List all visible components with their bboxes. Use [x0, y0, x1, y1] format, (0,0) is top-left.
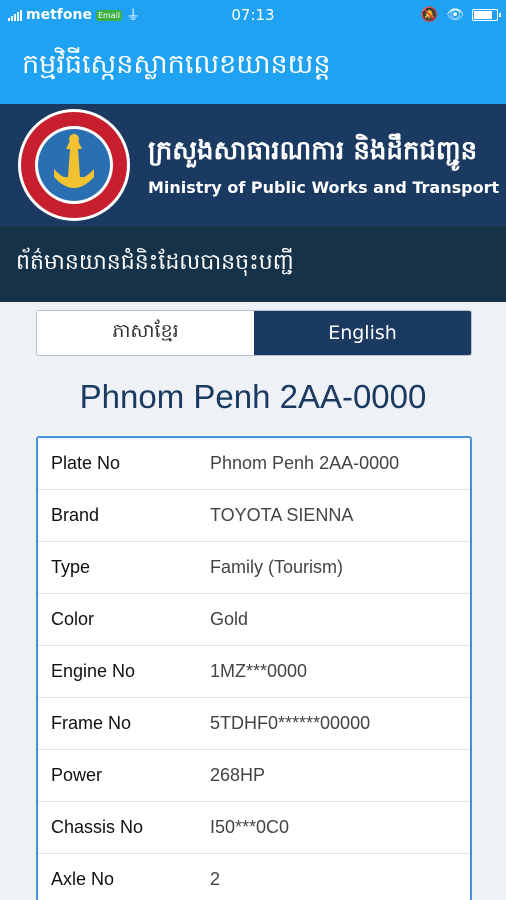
table-row: Brand TOYOTA SIENNA: [38, 490, 470, 542]
section-header: ព័ត៌មានយានជំនិះដែលបានចុះបញ្ជី: [0, 226, 506, 302]
row-label: Brand: [51, 505, 100, 525]
row-label: Chassis No: [51, 817, 144, 837]
row-value: I50***0C0: [210, 817, 290, 837]
plate-title: Phnom Penh 2AA-0000: [79, 378, 427, 415]
battery-icon: [472, 9, 501, 21]
row-label: Engine No: [51, 661, 136, 681]
row-value: 1MZ***0000: [210, 661, 308, 681]
row-label: Power: [51, 765, 103, 785]
row-value: Family (Tourism): [210, 557, 343, 577]
ministry-text: ក្រសួងសាធារណការ និងដឹកជញ្ជូន Ministry of…: [148, 134, 499, 197]
row-label: Plate No: [51, 453, 121, 473]
battery-fill: [474, 11, 492, 19]
status-bar: metfone Email ⏚ 07:13 🔕 👁: [0, 0, 506, 30]
row-label: Type: [51, 557, 91, 577]
table-row: Type Family (Tourism): [38, 542, 470, 594]
table-row: Frame No 5TDHF0******00000: [38, 698, 470, 750]
table-row: Engine No 1MZ***0000: [38, 646, 470, 698]
table-row: Color Gold: [38, 594, 470, 646]
ministry-name-en: Ministry of Public Works and Transport: [148, 177, 500, 197]
app-title: កម្មវិធីស្កេនស្លាកលេខយានយន្ត: [22, 48, 331, 80]
table-row: Plate No Phnom Penh 2AA-0000: [38, 438, 470, 490]
row-value: TOYOTA SIENNA: [210, 505, 354, 525]
row-value: 2: [210, 869, 221, 889]
content-area: ភាសាខ្មែរ English Phnom Penh 2AA-0000 Pl…: [0, 302, 506, 900]
row-label: Axle No: [51, 869, 115, 889]
language-khmer-button[interactable]: ភាសាខ្មែរ: [37, 311, 254, 355]
row-value: 268HP: [210, 765, 266, 785]
section-title: ព័ត៌មានយានជំនិះដែលបានចុះបញ្ជី: [16, 250, 294, 275]
table-row: Chassis No I50***0C0: [38, 802, 470, 854]
row-label: Frame No: [51, 713, 132, 733]
status-time: 07:13: [231, 6, 275, 24]
row-value: Gold: [210, 609, 249, 629]
ministry-banner: ក្រសួងសាធារណការ និងដឹកជញ្ជូន Ministry of…: [0, 104, 506, 226]
language-toggle: ភាសាខ្មែរ English: [36, 310, 472, 356]
row-value: 5TDHF0******00000: [210, 713, 371, 733]
ministry-seal: [18, 109, 130, 221]
app-bar: កម្មវិធីស្កេនស្លាកលេខយានយន្ត: [0, 30, 506, 104]
row-value: Phnom Penh 2AA-0000: [210, 453, 400, 473]
row-label: Color: [51, 609, 95, 629]
ministry-name-kh: ក្រសួងសាធារណការ និងដឹកជញ្ជូន: [148, 135, 478, 166]
vehicle-info-table: Plate No Phnom Penh 2AA-0000 Brand TOYOT…: [36, 436, 472, 900]
table-row: Power 268HP: [38, 750, 470, 802]
language-english-button[interactable]: English: [254, 311, 471, 355]
table-row: Axle No 2: [38, 854, 470, 900]
